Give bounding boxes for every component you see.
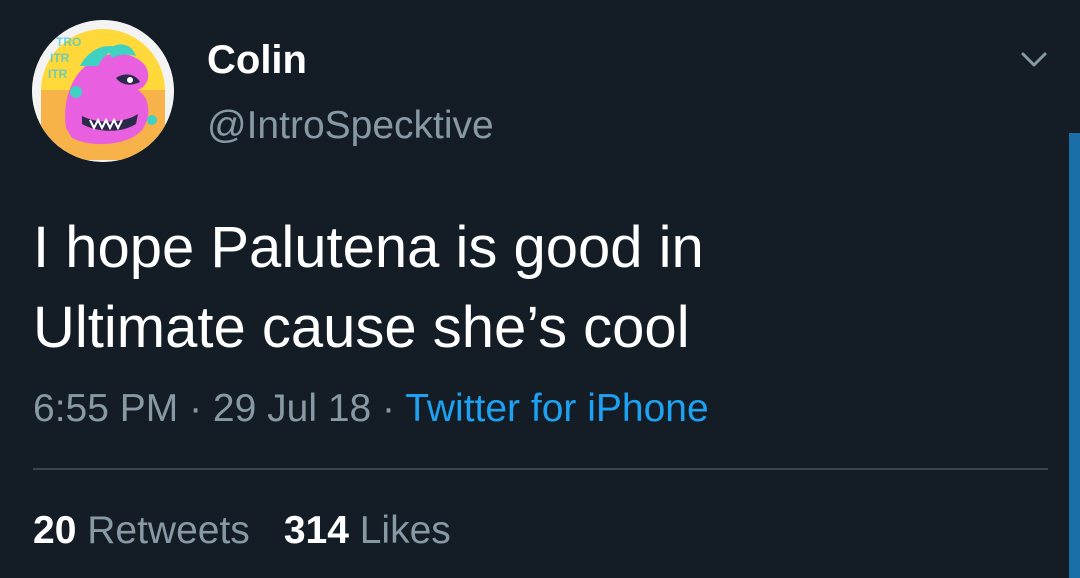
display-name[interactable]: Colin bbox=[207, 38, 307, 82]
divider bbox=[33, 468, 1048, 470]
tweet-text: I hope Palutena is good in Ultimate caus… bbox=[33, 208, 1033, 368]
tweet-meta: 6:55 PM · 29 Jul 18 · Twitter for iPhone bbox=[33, 385, 709, 433]
likes-stat[interactable]: 314 Likes bbox=[284, 509, 451, 552]
tweet-time: 6:55 PM bbox=[33, 387, 179, 430]
avatar-image: TRO ITR ITR bbox=[32, 20, 174, 162]
tweet-date: 29 Jul 18 bbox=[212, 387, 372, 430]
meta-separator: · bbox=[371, 387, 406, 430]
tweet-stats: 20 Retweets 314 Likes bbox=[33, 507, 451, 555]
likes-count: 314 bbox=[283, 509, 349, 552]
retweets-label: Retweets bbox=[87, 509, 250, 552]
svg-text:TRO: TRO bbox=[56, 35, 81, 49]
avatar[interactable]: TRO ITR ITR bbox=[32, 20, 174, 162]
retweets-count: 20 bbox=[33, 509, 77, 552]
tweet-text-line: I hope Palutena is good in bbox=[33, 215, 704, 280]
tweet-source-link[interactable]: Twitter for iPhone bbox=[405, 387, 708, 430]
svg-text:ITR: ITR bbox=[50, 51, 70, 65]
tweet-text-line: Ultimate cause she’s cool bbox=[33, 295, 690, 360]
user-handle[interactable]: @IntroSpecktive bbox=[207, 104, 494, 148]
likes-label: Likes bbox=[359, 509, 451, 552]
meta-separator: · bbox=[178, 387, 213, 430]
retweets-stat[interactable]: 20 Retweets bbox=[33, 509, 250, 552]
svg-text:ITR: ITR bbox=[48, 67, 68, 81]
tweet-detail: TRO ITR ITR Colin @IntroSpecktive I hope… bbox=[0, 0, 1080, 578]
scrollbar[interactable] bbox=[1069, 133, 1080, 578]
chevron-down-icon[interactable] bbox=[1014, 42, 1054, 78]
